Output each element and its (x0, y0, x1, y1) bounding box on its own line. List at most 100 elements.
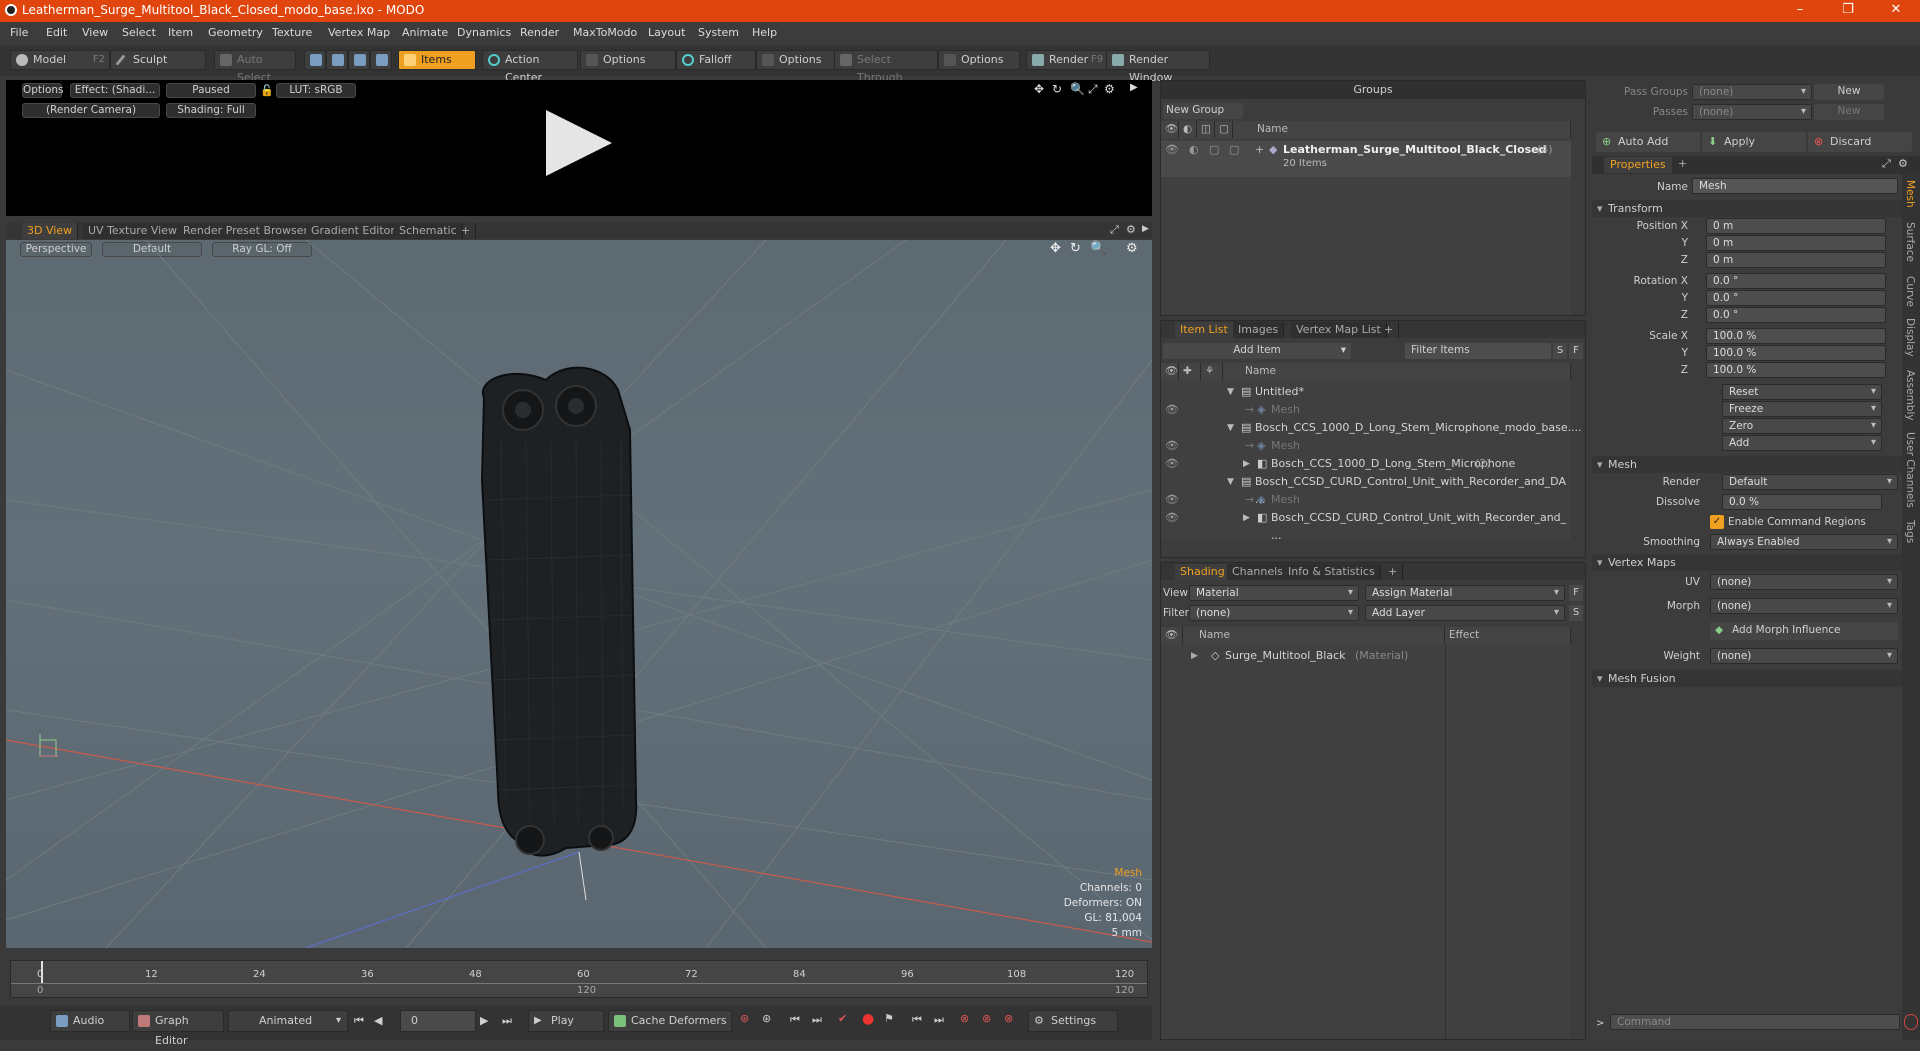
menu-geometry[interactable]: Geometry (208, 26, 263, 39)
preview-effect-dropdown[interactable]: Effect: (Shadi... (70, 83, 160, 98)
animated-dropdown[interactable]: Animated ▾ (228, 1010, 348, 1032)
tab-item-list[interactable]: Item List (1175, 322, 1234, 338)
tab-vertex-map-list[interactable]: Vertex Map List (1291, 322, 1387, 338)
skip-start-icon[interactable]: ⏮ (354, 1014, 364, 1028)
timeline-track[interactable]: 0 12 24 36 48 60 72 84 96 108 120 0 120 … (10, 960, 1148, 998)
preview-options-button[interactable]: Options (22, 83, 64, 98)
list-item[interactable]: 👁 → ◈ Mesh (1161, 401, 1571, 419)
tab-shading[interactable]: Shading (1175, 564, 1231, 580)
passes-dropdown[interactable]: (none) (1692, 104, 1812, 120)
action-center-button[interactable]: Action Center (482, 50, 578, 84)
properties-gear-icon[interactable]: ⚙ (1898, 157, 1908, 170)
item-visibility-icon[interactable]: 👁 (1165, 455, 1179, 473)
rotation-x-input[interactable]: 0.0 ° (1706, 273, 1886, 289)
menu-maxtomodo[interactable]: MaxToModo (573, 26, 637, 39)
collapse-arrow-icon[interactable]: ▶ (1243, 455, 1250, 473)
side-tab-tags[interactable]: Tags (1904, 520, 1916, 543)
side-tab-surface[interactable]: Surface (1904, 222, 1916, 262)
menu-animate[interactable]: Animate (402, 26, 448, 39)
tab-images[interactable]: Images (1233, 322, 1285, 338)
position-y-input[interactable]: 0 m (1706, 235, 1886, 251)
gear-icon[interactable]: ⚙ (1104, 82, 1115, 96)
tab-properties[interactable]: Properties (1604, 157, 1672, 173)
edges-mode-button[interactable] (326, 50, 348, 70)
move-icon[interactable]: ✥ (1034, 82, 1044, 96)
side-tab-assembly[interactable]: Assembly (1904, 370, 1916, 421)
audio-button[interactable]: Audio (50, 1010, 130, 1032)
play-preview-icon[interactable] (546, 110, 612, 176)
morph-dropdown[interactable]: (none) (1710, 598, 1898, 614)
auto-key-icon[interactable]: ✔ (838, 1012, 847, 1025)
list-item[interactable]: ▼ ▤ Untitled* (1161, 383, 1571, 401)
menu-dynamics[interactable]: Dynamics (457, 26, 511, 39)
menu-file[interactable]: File (10, 26, 28, 39)
pass-groups-dropdown[interactable]: (none) (1692, 84, 1812, 100)
filter-items-input[interactable]: Filter Items (1405, 343, 1551, 359)
side-tab-curve[interactable]: Curve (1904, 276, 1916, 307)
side-tab-mesh[interactable]: Mesh (1904, 180, 1916, 208)
list-item[interactable]: 👁 ▶ ◧ Bosch_CCS_1000_D_Long_Stem_Microphone… (1161, 455, 1571, 473)
zero-dropdown[interactable]: Zero (1722, 418, 1882, 434)
material-expand-icon[interactable]: ▶ (1191, 647, 1198, 665)
play-button[interactable]: ▶ Play (528, 1010, 604, 1032)
shading-name-column[interactable]: Name (1195, 627, 1445, 644)
command-record-icon[interactable] (1904, 1014, 1918, 1030)
action-center-options-button[interactable]: Options (580, 50, 676, 70)
falloff-button[interactable]: Falloff (676, 50, 756, 70)
list-item[interactable]: ▼ ▤ Bosch_CCSD_CURD_Control_Unit_with_Reco… (1161, 473, 1571, 506)
select-through-options-button[interactable]: Options (938, 50, 1020, 70)
add-tab-button[interactable]: + (456, 223, 477, 239)
timeline[interactable]: 0 12 24 36 48 60 72 84 96 108 120 0 120 … (6, 960, 1152, 1000)
close-button[interactable]: ✕ (1876, 2, 1916, 17)
groups-name-column[interactable]: Name (1253, 121, 1571, 138)
filter-s-button[interactable]: S (1553, 343, 1567, 359)
render-button[interactable]: Render F9 (1026, 50, 1108, 70)
menu-edit[interactable]: Edit (46, 26, 67, 39)
weight-dropdown[interactable]: (none) (1710, 648, 1898, 664)
auto-add-button[interactable]: ⊕ Auto Add (1596, 132, 1700, 152)
shading-effect-column[interactable]: Effect (1445, 627, 1571, 644)
polygons-mode-button[interactable] (348, 50, 370, 70)
material-row[interactable]: ▶ ◇ Surge_Multitool_Black (Material) (1161, 647, 1571, 665)
group-expand-icon[interactable]: + (1255, 141, 1264, 159)
dissolve-input[interactable]: 0.0 % (1722, 494, 1882, 510)
maximize-button[interactable]: ❐ (1828, 2, 1868, 17)
list-item[interactable]: 👁 → ◈ Mesh (1161, 491, 1571, 509)
frame-input[interactable]: 0 (400, 1010, 476, 1032)
item-visibility-icon[interactable]: 👁 (1165, 509, 1179, 527)
maximize-icon[interactable]: ⤢ (1088, 82, 1098, 97)
tab-3d-view[interactable]: 3D View (22, 223, 79, 239)
add-list-tab-button[interactable]: + (1379, 322, 1400, 338)
menu-help[interactable]: Help (752, 26, 777, 39)
key-all-icon[interactable]: ⊛ (762, 1012, 771, 1025)
menu-select[interactable]: Select (122, 26, 156, 39)
smoothing-dropdown[interactable]: Always Enabled (1710, 534, 1898, 550)
items-mode-button[interactable]: Items (398, 50, 476, 70)
key-icon[interactable]: ⊛ (740, 1012, 749, 1025)
vertex-maps-section[interactable]: Vertex Maps (1592, 554, 1902, 571)
add-shading-tab-button[interactable]: + (1383, 564, 1404, 580)
expand-right-icon[interactable]: ▶ (1130, 82, 1138, 93)
clear-keys-icon[interactable]: ⊗ (982, 1012, 991, 1025)
command-input[interactable]: Command (1610, 1014, 1900, 1030)
assign-material-dropdown[interactable]: Assign Material (1365, 585, 1565, 601)
reset-dropdown[interactable]: Reset (1722, 384, 1882, 400)
preview-paused-button[interactable]: Paused (166, 83, 256, 98)
item-visibility-icon[interactable]: 👁 (1165, 437, 1179, 455)
new-group-button[interactable]: New Group (1163, 103, 1243, 119)
mesh-section[interactable]: Mesh (1592, 456, 1902, 473)
playhead[interactable] (41, 961, 43, 983)
menu-vertex-map[interactable]: Vertex Map (328, 26, 390, 39)
tab-channels[interactable]: Channels (1227, 564, 1289, 580)
zoom-icon[interactable]: 🔍 (1070, 82, 1085, 96)
item-name-column[interactable]: Name (1241, 363, 1571, 380)
render-window-button[interactable]: Render Window (1106, 50, 1210, 84)
model-mode-button[interactable]: Model F2 (10, 50, 110, 70)
uv-dropdown[interactable]: (none) (1710, 574, 1898, 590)
add-layer-dropdown[interactable]: Add Layer (1365, 605, 1565, 621)
scale-y-input[interactable]: 100.0 % (1706, 345, 1886, 361)
add-item-dropdown[interactable]: Add Item ▾ (1163, 343, 1351, 359)
multitool-mesh[interactable] (480, 366, 638, 857)
skip-end-icon[interactable]: ⏭ (502, 1014, 512, 1028)
falloff-options-button[interactable]: Options (756, 50, 836, 70)
